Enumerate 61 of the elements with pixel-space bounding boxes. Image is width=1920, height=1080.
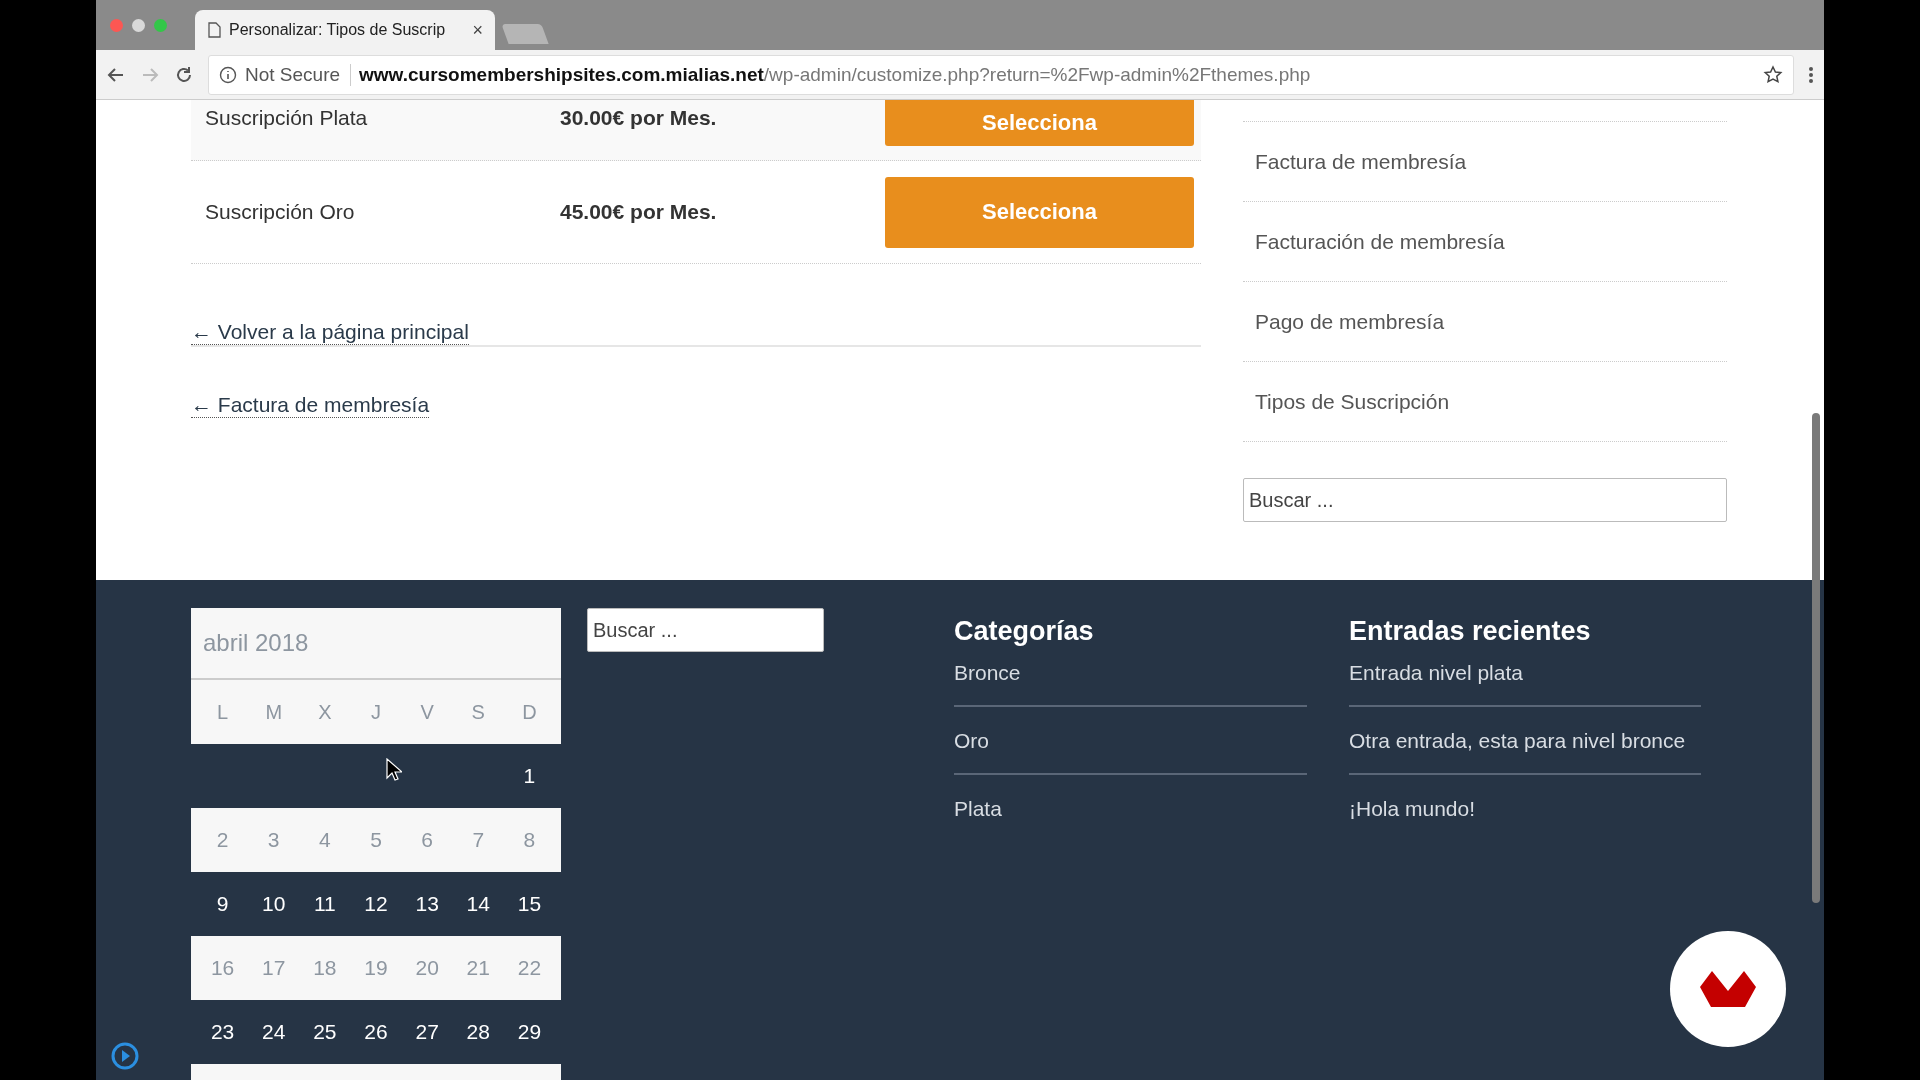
plan-name: Suscripción Plata bbox=[204, 106, 369, 130]
url-text: www.cursomembershipsites.com.mialias.net/wp-admin/customize.php?return=%2Fwp-admin%2Fthemes.php bbox=[359, 63, 1311, 86]
weekday-label: J bbox=[370, 700, 382, 724]
calendar-day[interactable]: 28 bbox=[452, 1020, 504, 1044]
calendar-day[interactable]: 26 bbox=[350, 1020, 402, 1044]
info-icon bbox=[219, 65, 237, 84]
minimize-window-button[interactable] bbox=[132, 18, 145, 32]
calendar-day[interactable]: 9 bbox=[197, 892, 249, 916]
calendar-day[interactable]: 23 bbox=[197, 1020, 249, 1044]
play-icon bbox=[110, 1041, 140, 1071]
weekday-label: L bbox=[216, 700, 230, 724]
calendar-day[interactable]: 1 bbox=[503, 764, 555, 788]
category-link[interactable]: Plata bbox=[954, 793, 1307, 841]
new-tab-button[interactable] bbox=[501, 24, 549, 44]
calendar-day[interactable]: 29 bbox=[503, 1020, 555, 1044]
plan-price: 45.00€ por Mes. bbox=[560, 200, 718, 224]
recent-post-link[interactable]: ¡Hola mundo! bbox=[1349, 793, 1701, 841]
weekday-label: V bbox=[419, 700, 435, 724]
sidebar-link[interactable]: Facturación de membresía bbox=[1243, 202, 1727, 282]
maximize-window-button[interactable] bbox=[154, 18, 167, 32]
calendar-day[interactable]: 24 bbox=[248, 1020, 300, 1044]
calendar-day[interactable]: 25 bbox=[299, 1020, 351, 1044]
address-bar[interactable]: Not Secure www.cursomembershipsites.com.mialias.net/wp-admin/customize.php?return=%2Fwp-admin%2Fthemes.php bbox=[208, 54, 1794, 95]
calendar-day[interactable]: 11 bbox=[299, 892, 351, 916]
calendar-day[interactable]: 27 bbox=[401, 1020, 453, 1044]
calendar-day[interactable]: 13 bbox=[401, 892, 453, 916]
weekday-label: M bbox=[264, 700, 284, 724]
weekday-label: S bbox=[470, 700, 486, 724]
weekday-label: D bbox=[521, 700, 538, 724]
logo-icon bbox=[1700, 969, 1756, 1009]
calendar-caption: abril 2018 bbox=[191, 608, 561, 680]
document-icon bbox=[207, 22, 221, 38]
search-field[interactable]: Buscar ... bbox=[1243, 478, 1727, 522]
sidebar-link[interactable]: Tipos de Suscripción bbox=[1243, 362, 1727, 442]
recent-post-link[interactable]: Entrada nivel plata bbox=[1349, 657, 1701, 707]
widget-title: Entradas recientes bbox=[1349, 616, 1592, 647]
menu-icon bbox=[1808, 64, 1814, 85]
calendar-day[interactable]: 12 bbox=[350, 892, 402, 916]
tab-close-button[interactable]: × bbox=[472, 19, 483, 41]
calendar-day[interactable]: 14 bbox=[452, 892, 504, 916]
category-link[interactable]: Oro bbox=[954, 725, 1307, 775]
close-window-button[interactable] bbox=[110, 18, 123, 32]
security-label: Not Secure bbox=[245, 63, 352, 86]
widget-title: Categorías bbox=[954, 616, 1095, 647]
post-navigation-link[interactable]: ← Volver a la página principal bbox=[191, 320, 469, 345]
reload-icon bbox=[174, 64, 194, 85]
sidebar-link[interactable]: Pago de membresía bbox=[1243, 282, 1727, 362]
sidebar-link[interactable]: Factura de membresía bbox=[1243, 122, 1727, 202]
plan-price: 30.00€ por Mes. bbox=[560, 106, 718, 130]
browser-tab[interactable]: Personalizar: Tipos de Suscrip × bbox=[195, 10, 495, 50]
recent-post-link[interactable]: Otra entrada, esta para nivel bronce bbox=[1349, 725, 1701, 775]
category-link[interactable]: Bronce bbox=[954, 657, 1307, 707]
calendar-day[interactable]: 15 bbox=[503, 892, 555, 916]
search-field[interactable]: Buscar ... bbox=[587, 608, 824, 652]
plan-name: Suscripción Oro bbox=[204, 200, 356, 224]
scrollbar[interactable] bbox=[1812, 413, 1820, 903]
cursor-icon bbox=[386, 758, 402, 782]
calendar-day[interactable]: 10 bbox=[248, 892, 300, 916]
weekday-label: X bbox=[317, 700, 333, 724]
star-icon bbox=[1763, 64, 1783, 85]
post-navigation-link[interactable]: ← Factura de membresía bbox=[191, 393, 430, 418]
